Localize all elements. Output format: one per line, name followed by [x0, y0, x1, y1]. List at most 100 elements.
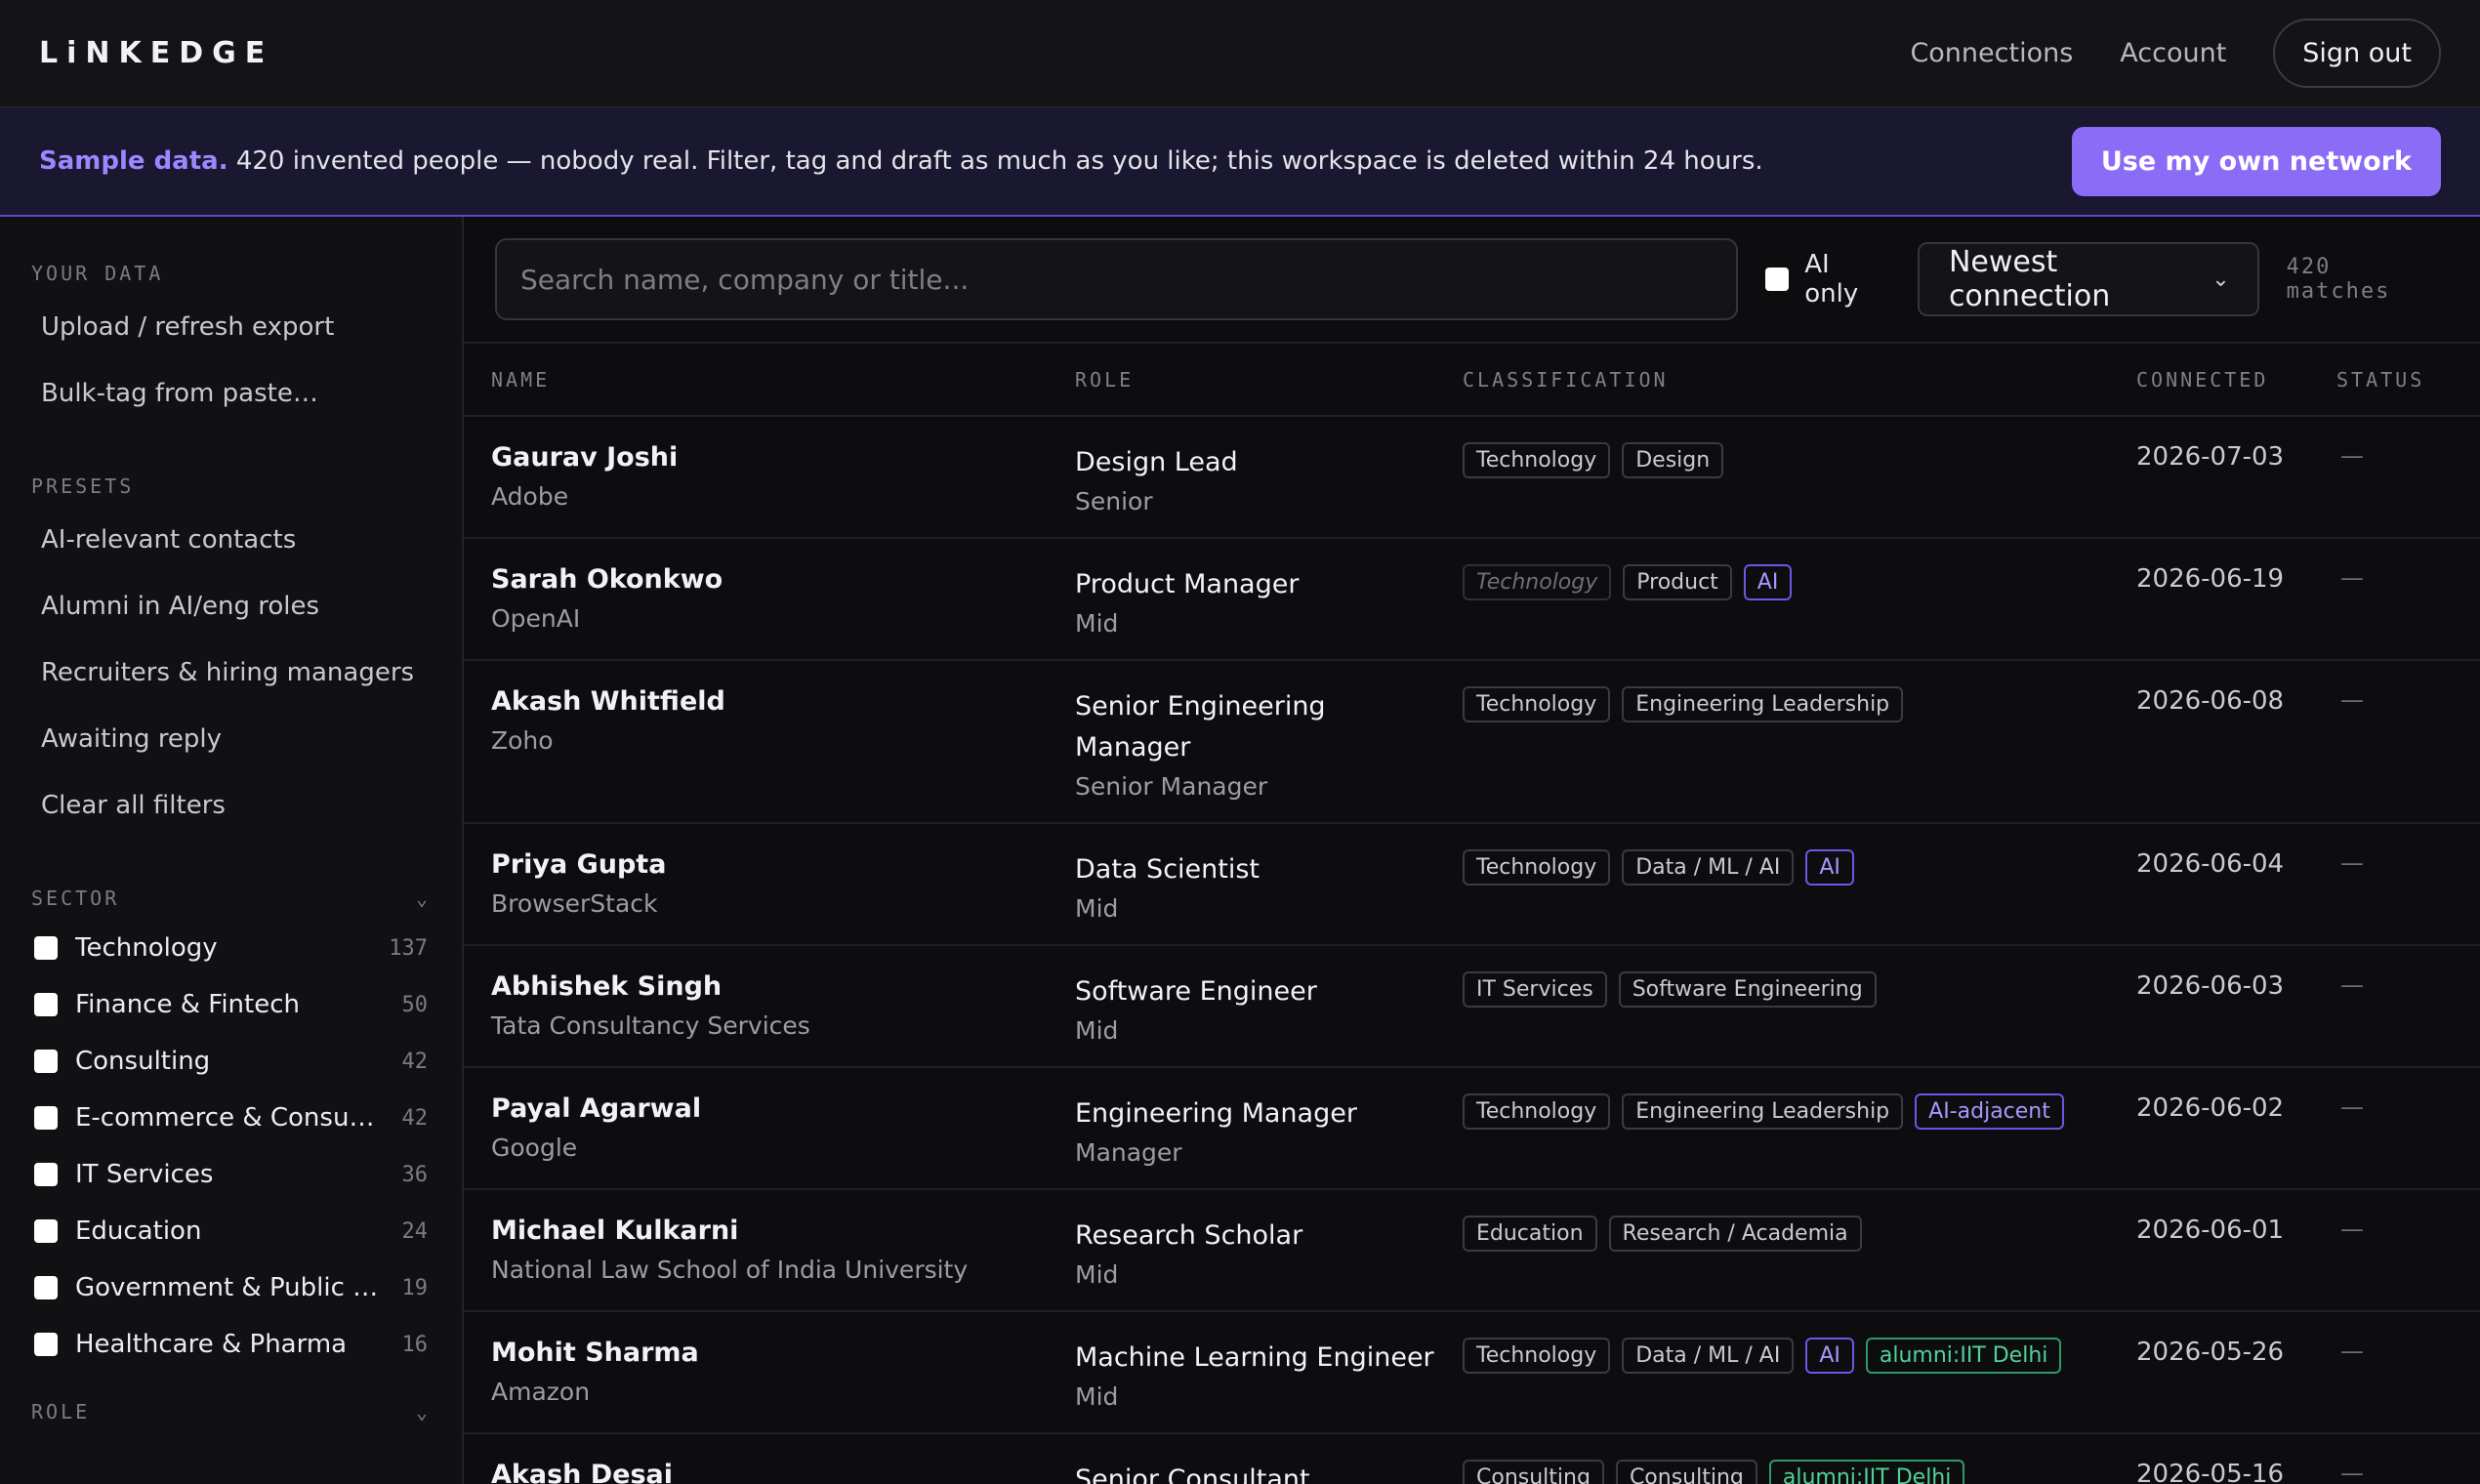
sector-checkbox[interactable]: [34, 1106, 58, 1130]
classification-tag[interactable]: Data / ML / AI: [1622, 849, 1795, 886]
contact-level: Mid: [1075, 1382, 1119, 1411]
sector-checkbox[interactable]: [34, 1276, 58, 1299]
sidebar: YOUR DATA Upload / refresh export Bulk-t…: [0, 217, 464, 1484]
contact-company: National Law School of India University: [491, 1256, 969, 1284]
classification-tag[interactable]: Data / ML / AI: [1622, 1338, 1795, 1374]
sector-filter[interactable]: Government & Public Se... 19: [0, 1259, 462, 1316]
status-cell: —: [2309, 538, 2480, 661]
your-data-label: YOUR DATA: [31, 262, 164, 285]
classification-tag[interactable]: Consulting: [1463, 1460, 1604, 1484]
preset-recruiters[interactable]: Recruiters & hiring managers: [0, 640, 462, 705]
sector-filter[interactable]: IT Services 36: [0, 1146, 462, 1203]
classification-tag[interactable]: Technology: [1463, 686, 1611, 722]
chevron-down-icon[interactable]: ⌄: [416, 886, 431, 910]
sector-count: 50: [401, 992, 429, 1017]
table-row[interactable]: Payal Agarwal Google Engineering Manager Ma…: [464, 1067, 2480, 1190]
sector-label[interactable]: SECTOR ⌄: [0, 886, 462, 910]
classification-tag[interactable]: Technology: [1463, 564, 1612, 600]
classification-tag[interactable]: AI: [1743, 564, 1793, 600]
sector-filter[interactable]: Consulting 42: [0, 1033, 462, 1090]
contact-title: Engineering Manager: [1075, 1098, 1357, 1129]
classification-tag[interactable]: AI-adjacent: [1915, 1093, 2064, 1130]
main-panel: AI only Newest connection ⌄ 420 matches …: [464, 217, 2480, 1484]
sector-checkbox[interactable]: [34, 936, 58, 960]
classification-tag[interactable]: Engineering Leadership: [1622, 686, 1904, 722]
ai-only-checkbox[interactable]: [1765, 268, 1790, 291]
contact-name[interactable]: Mohit Sharma: [491, 1338, 1048, 1368]
contact-name[interactable]: Gaurav Joshi: [491, 442, 1048, 473]
role-label[interactable]: ROLE ⌄: [0, 1400, 462, 1423]
classification-tag[interactable]: Technology: [1463, 442, 1611, 478]
classification-tag[interactable]: Research / Academia: [1608, 1216, 1862, 1252]
contact-name[interactable]: Akash Desai: [491, 1460, 1048, 1484]
preset-ai-relevant[interactable]: AI-relevant contacts: [0, 508, 462, 572]
sector-count: 16: [401, 1332, 429, 1357]
classification-tag[interactable]: alumni:IIT Delhi: [1865, 1338, 2062, 1374]
sector-filter[interactable]: E-commerce & Consumer 42: [0, 1090, 462, 1146]
table-row[interactable]: Akash Desai Senior Consultant Consulting Co…: [464, 1433, 2480, 1484]
col-status[interactable]: STATUS: [2309, 344, 2480, 417]
table-row[interactable]: Abhishek Singh Tata Consultancy Services S…: [464, 945, 2480, 1068]
table-row[interactable]: Mohit Sharma Amazon Machine Learning Engin…: [464, 1311, 2480, 1434]
nav-connections[interactable]: Connections: [1910, 38, 2073, 68]
classification-tag[interactable]: AI: [1805, 1338, 1854, 1374]
col-classification[interactable]: CLASSIFICATION: [1435, 344, 2109, 417]
use-own-network-button[interactable]: Use my own network: [2071, 126, 2441, 196]
contact-name[interactable]: Sarah Okonkwo: [491, 564, 1048, 595]
classification-tag[interactable]: Education: [1463, 1216, 1597, 1252]
banner-message: Sample data. 420 invented people — nobod…: [39, 146, 1763, 176]
sector-checkbox[interactable]: [34, 1333, 58, 1356]
search-input[interactable]: [495, 238, 1739, 320]
contact-name[interactable]: Payal Agarwal: [491, 1093, 1048, 1124]
contact-name[interactable]: Priya Gupta: [491, 849, 1048, 880]
table-row[interactable]: Sarah Okonkwo OpenAI Product Manager Mid Tec…: [464, 538, 2480, 661]
upload-export-link[interactable]: Upload / refresh export: [0, 295, 462, 359]
table-row[interactable]: Priya Gupta BrowserStack Data Scientist Mid…: [464, 823, 2480, 946]
bulk-tag-link[interactable]: Bulk-tag from paste…: [0, 361, 462, 426]
table-row[interactable]: Akash Whitfield Zoho Senior Engineering Ma…: [464, 660, 2480, 824]
sector-checkbox[interactable]: [34, 1163, 58, 1186]
preset-clear-filters[interactable]: Clear all filters: [0, 773, 462, 838]
ai-only-toggle[interactable]: AI only: [1765, 250, 1890, 309]
table-row[interactable]: Michael Kulkarni National Law School of I…: [464, 1189, 2480, 1312]
classification-tag[interactable]: Product: [1623, 564, 1732, 600]
sector-count: 42: [401, 1049, 429, 1074]
preset-awaiting-reply[interactable]: Awaiting reply: [0, 707, 462, 771]
sector-filter[interactable]: Finance & Fintech 50: [0, 976, 462, 1033]
preset-alumni[interactable]: Alumni in AI/eng roles: [0, 574, 462, 639]
match-count: 420 matches: [2286, 255, 2391, 304]
table-header-row: NAME ROLE CLASSIFICATION CONNECTED STATU…: [464, 344, 2480, 417]
chevron-down-icon[interactable]: ⌄: [416, 1400, 431, 1423]
nav-account[interactable]: Account: [2120, 38, 2226, 68]
connected-date: 2026-07-03: [2109, 416, 2309, 539]
sign-out-button[interactable]: Sign out: [2273, 19, 2441, 88]
table-row[interactable]: Gaurav Joshi Adobe Design Lead Senior Techno…: [464, 416, 2480, 539]
contact-name[interactable]: Michael Kulkarni: [491, 1216, 1048, 1246]
sort-select[interactable]: Newest connection ⌄: [1917, 242, 2259, 316]
contact-title: Research Scholar: [1075, 1220, 1303, 1251]
classification-tag[interactable]: alumni:IIT Delhi: [1768, 1460, 1965, 1484]
contact-name[interactable]: Akash Whitfield: [491, 686, 1048, 717]
classification-tag[interactable]: Technology: [1463, 1338, 1611, 1374]
classification-tag[interactable]: Design: [1622, 442, 1724, 478]
sector-filter[interactable]: Education 24: [0, 1203, 462, 1259]
classification-tag[interactable]: AI: [1805, 849, 1854, 886]
classification-tag[interactable]: Engineering Leadership: [1622, 1093, 1904, 1130]
col-name[interactable]: NAME: [464, 344, 1048, 417]
brand-logo[interactable]: LiNKEDGE: [39, 36, 273, 70]
col-connected[interactable]: CONNECTED: [2109, 344, 2309, 417]
sector-checkbox[interactable]: [34, 1050, 58, 1073]
sector-checkbox[interactable]: [34, 1219, 58, 1243]
contact-company: Amazon: [491, 1378, 591, 1406]
classification-tag[interactable]: Software Engineering: [1618, 971, 1877, 1008]
sector-filter[interactable]: Technology 137: [0, 920, 462, 976]
contact-name[interactable]: Abhishek Singh: [491, 971, 1048, 1002]
classification-tag[interactable]: Technology: [1463, 849, 1611, 886]
classification-tag[interactable]: Consulting: [1615, 1460, 1757, 1484]
col-role[interactable]: ROLE: [1048, 344, 1435, 417]
classification-tag[interactable]: Technology: [1463, 1093, 1611, 1130]
classification-tag[interactable]: IT Services: [1463, 971, 1607, 1008]
sector-filter[interactable]: Healthcare & Pharma 16: [0, 1316, 462, 1373]
sector-checkbox[interactable]: [34, 993, 58, 1016]
connected-date: 2026-06-03: [2109, 945, 2309, 1068]
